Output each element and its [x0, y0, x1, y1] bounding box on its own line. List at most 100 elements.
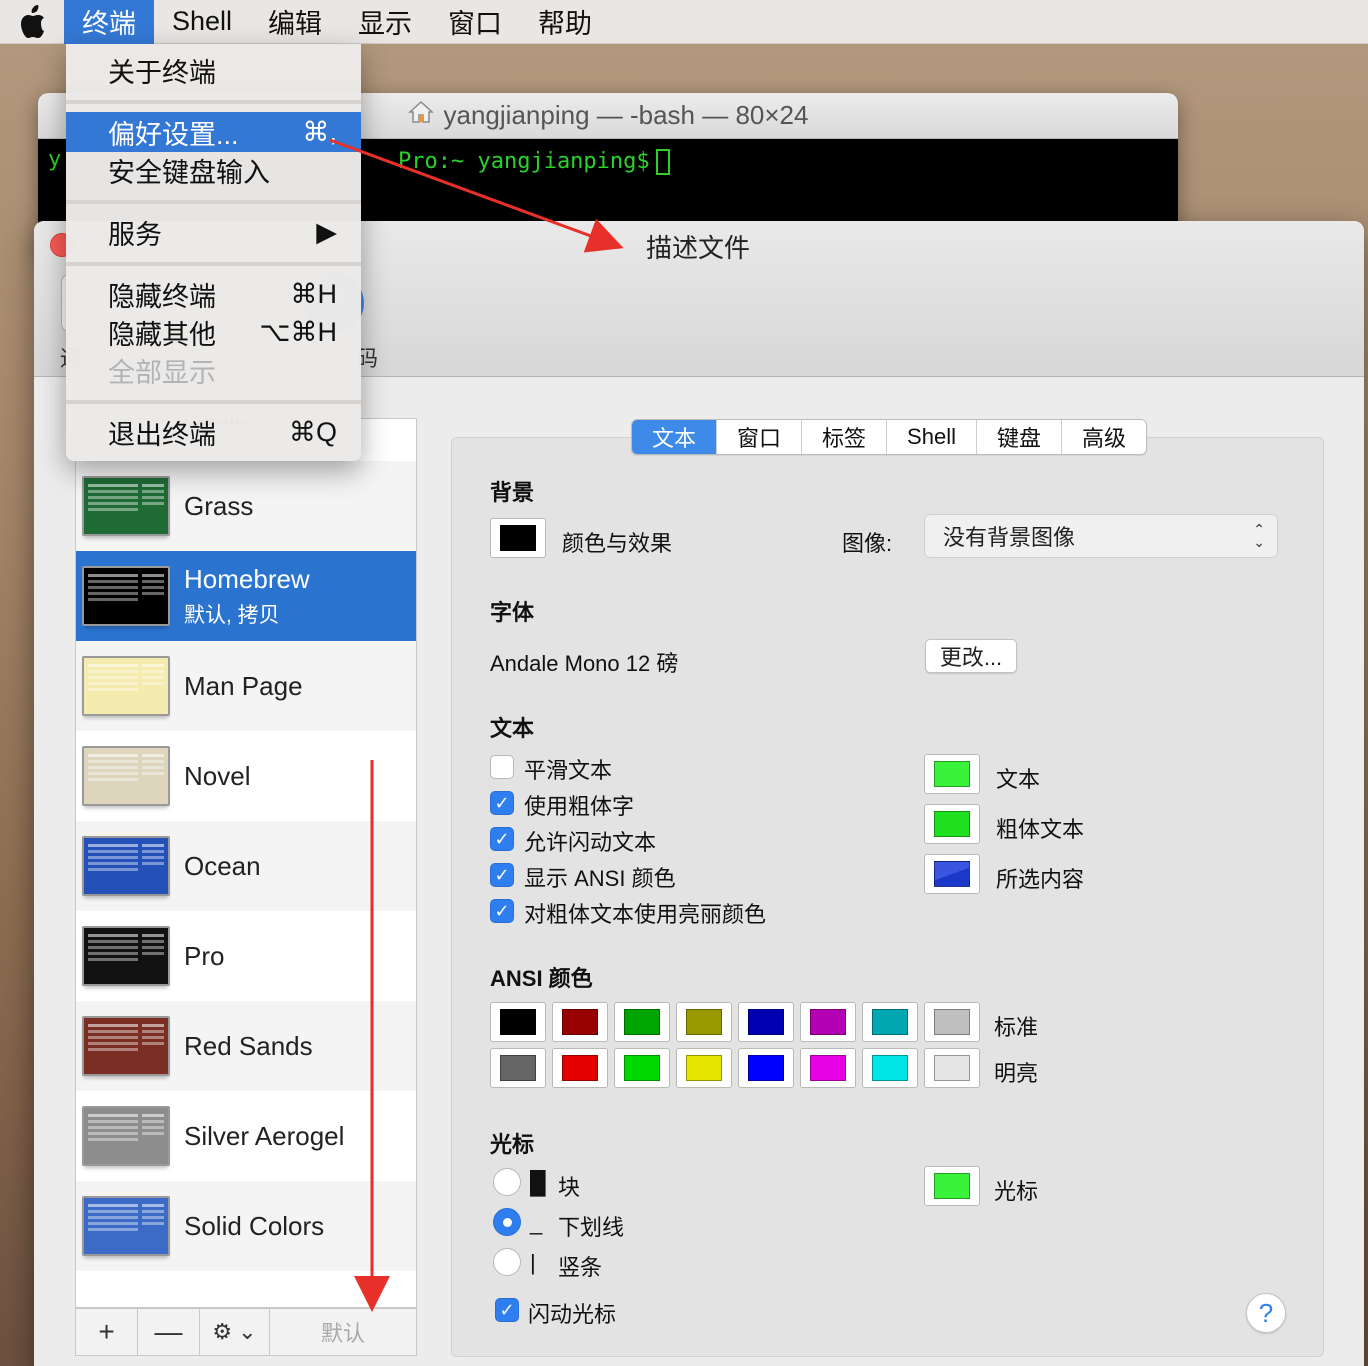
- tab-keyboard[interactable]: 键盘: [977, 420, 1062, 454]
- ansi-color-fill: [500, 1055, 536, 1081]
- background-image-select[interactable]: 没有背景图像 ⌃ ⌄: [924, 514, 1278, 558]
- profile-row[interactable]: Homebrew 默认, 拷贝: [76, 551, 416, 641]
- tab-window[interactable]: 窗口: [717, 420, 803, 454]
- tab-text[interactable]: 文本: [632, 420, 718, 454]
- text-option-checkbox[interactable]: ✓: [490, 863, 514, 887]
- profile-list[interactable]: BasicGrassHomebrew默认, 拷贝Man PageNovelOce…: [75, 418, 417, 1308]
- text-option-checkbox[interactable]: ✓: [490, 791, 514, 815]
- text-option-checkbox[interactable]: [490, 755, 514, 779]
- ansi-bright-color-well[interactable]: [862, 1048, 918, 1088]
- cursor-style-radio[interactable]: [493, 1168, 521, 1196]
- ansi-bright-color-well[interactable]: [924, 1048, 980, 1088]
- ansi-normal-color-well[interactable]: [676, 1002, 732, 1042]
- profile-row[interactable]: Grass: [76, 461, 416, 551]
- ansi-normal-color-well[interactable]: [924, 1002, 980, 1042]
- blink-cursor-label: 闪动光标: [528, 1302, 617, 1327]
- profile-subtitle: 默认, 拷贝: [184, 603, 280, 627]
- menu-shell[interactable]: Shell: [154, 0, 250, 44]
- ansi-bright-color-well[interactable]: [676, 1048, 732, 1088]
- text-option-checkbox[interactable]: ✓: [490, 827, 514, 851]
- cursor-style-label: 竖条: [558, 1255, 603, 1280]
- menu-hide-terminal[interactable]: 隐藏终端 ⌘H: [66, 274, 361, 314]
- home-icon: [407, 100, 434, 131]
- menu-show-all: 全部显示: [108, 357, 216, 388]
- menu-help[interactable]: 帮助: [520, 0, 610, 44]
- profile-name: Silver Aerogel: [184, 1120, 345, 1151]
- default-button[interactable]: 默认: [270, 1309, 416, 1355]
- tab-shell[interactable]: Shell: [887, 420, 977, 454]
- ansi-color-fill: [686, 1055, 722, 1081]
- profile-row[interactable]: Ocean: [76, 821, 416, 911]
- profile-list-buttons: + — ⚙ ⌄ 默认: [75, 1308, 417, 1356]
- ansi-normal-color-well[interactable]: [738, 1002, 794, 1042]
- ansi-bright-color-well[interactable]: [738, 1048, 794, 1088]
- profile-text: Novel: [184, 761, 250, 792]
- change-font-button[interactable]: 更改...: [925, 639, 1017, 673]
- menu-about-terminal[interactable]: 关于终端: [66, 50, 361, 90]
- ansi-bright-color-well[interactable]: [800, 1048, 856, 1088]
- ansi-normal-color-well[interactable]: [614, 1002, 670, 1042]
- background-color-well[interactable]: [490, 518, 546, 558]
- profile-thumbnail: [82, 476, 170, 536]
- terminal-prompt-prefix: y: [48, 147, 62, 172]
- profile-row[interactable]: Solid Colors: [76, 1181, 416, 1271]
- text-color-well[interactable]: [924, 754, 980, 794]
- profile-name: Solid Colors: [184, 1210, 325, 1241]
- profile-actions-button[interactable]: ⚙ ⌄: [200, 1309, 270, 1355]
- ansi-section-title: ANSI 颜色: [490, 966, 593, 991]
- profile-name: Homebrew: [184, 563, 310, 594]
- menu-hide-others[interactable]: 隐藏其他 ⌥⌘H: [66, 312, 361, 352]
- ansi-bright-color-well[interactable]: [490, 1048, 546, 1088]
- ansi-normal-color-well[interactable]: [862, 1002, 918, 1042]
- ansi-bright-color-well[interactable]: [614, 1048, 670, 1088]
- profile-name: Man Page: [184, 670, 303, 701]
- menu-view[interactable]: 显示: [340, 0, 430, 44]
- ansi-normal-label: 标准: [994, 1015, 1039, 1040]
- menu-secure-keyboard[interactable]: 安全键盘输入: [66, 150, 361, 190]
- ansi-bright-color-well[interactable]: [552, 1048, 608, 1088]
- bold-text-color-well[interactable]: [924, 804, 980, 844]
- menu-quit-terminal[interactable]: 退出终端 ⌘Q: [66, 412, 361, 452]
- ansi-color-fill: [872, 1009, 908, 1035]
- menu-services[interactable]: 服务 ▶: [66, 212, 361, 252]
- text-option-label: 允许闪动文本: [524, 830, 657, 855]
- profile-row[interactable]: Novel: [76, 731, 416, 821]
- menu-window[interactable]: 窗口: [430, 0, 520, 44]
- ansi-normal-color-well[interactable]: [552, 1002, 608, 1042]
- profile-row[interactable]: Pro: [76, 911, 416, 1001]
- profile-row[interactable]: Man Page: [76, 641, 416, 731]
- selection-color-well[interactable]: [924, 854, 980, 894]
- tab-tab[interactable]: 标签: [802, 420, 888, 454]
- remove-profile-button[interactable]: —: [138, 1309, 200, 1355]
- menu-preferences[interactable]: 偏好设置... ⌘,: [66, 112, 361, 152]
- profile-row[interactable]: Red Sands: [76, 1001, 416, 1091]
- text-color-fill: [934, 761, 970, 787]
- profile-thumbnail: [82, 656, 170, 716]
- background-color-fill: [500, 525, 536, 551]
- profile-name: Novel: [184, 760, 251, 791]
- ansi-color-fill: [500, 1009, 536, 1035]
- profile-row[interactable]: Silver Aerogel: [76, 1091, 416, 1181]
- tab-advanced[interactable]: 高级: [1062, 420, 1146, 454]
- text-section-title: 文本: [490, 716, 535, 741]
- cursor-color-well[interactable]: [924, 1166, 980, 1206]
- text-option-checkbox[interactable]: ✓: [490, 899, 514, 923]
- menu-edit[interactable]: 编辑: [250, 0, 340, 44]
- ansi-color-fill: [624, 1009, 660, 1035]
- profile-text: Silver Aerogel: [184, 1121, 344, 1152]
- annotation-label: 描述文件: [646, 233, 751, 263]
- cursor-style-radio[interactable]: [493, 1208, 521, 1236]
- help-button[interactable]: ?: [1246, 1293, 1286, 1333]
- add-profile-button[interactable]: +: [76, 1309, 138, 1355]
- apple-menu-icon[interactable]: [0, 0, 64, 44]
- cursor-style-radio[interactable]: [493, 1248, 521, 1276]
- profile-name: Pro: [184, 940, 225, 971]
- ansi-normal-color-well[interactable]: [800, 1002, 856, 1042]
- profile-name: Grass: [184, 490, 254, 521]
- menu-terminal[interactable]: 终端: [64, 0, 154, 44]
- blink-cursor-checkbox[interactable]: ✓: [495, 1298, 519, 1322]
- ansi-normal-color-well[interactable]: [490, 1002, 546, 1042]
- bold-text-color-label: 粗体文本: [996, 817, 1085, 842]
- text-option-label: 对粗体文本使用亮丽颜色: [524, 902, 767, 927]
- profile-text: Grass: [184, 491, 253, 522]
